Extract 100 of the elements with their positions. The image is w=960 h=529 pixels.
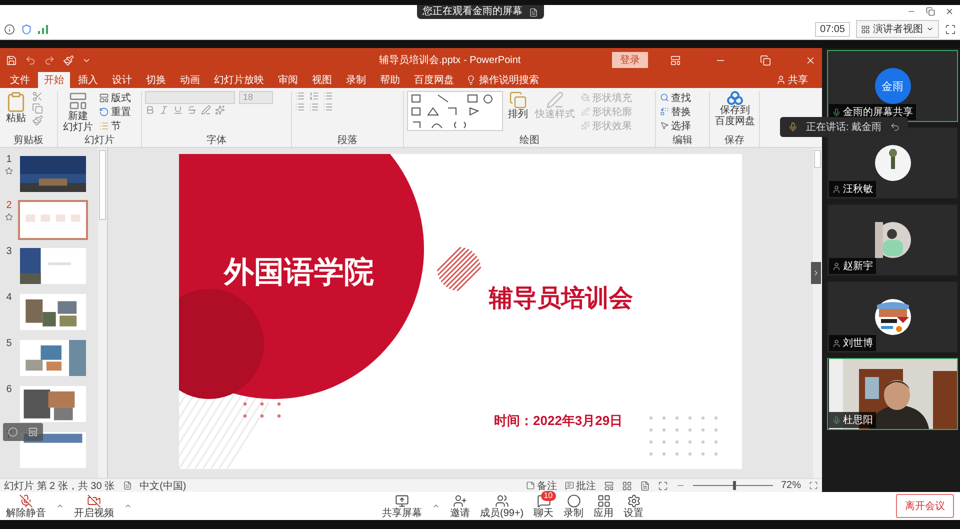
scrollbar[interactable] — [98, 148, 107, 478]
toolbar-button[interactable]: 共享屏幕 — [382, 494, 422, 518]
caret-icon[interactable] — [926, 25, 934, 33]
participant-tile[interactable]: 刘世博 — [827, 281, 958, 353]
strikethrough-icon[interactable] — [187, 105, 197, 115]
save-to-cloud-button[interactable]: 保存到 百度网盘 — [713, 91, 757, 127]
video-off-icon — [87, 494, 101, 508]
format-painter-icon[interactable] — [32, 115, 43, 126]
find-button[interactable]: 查找 — [659, 91, 692, 104]
ribbon-tab[interactable]: 审阅 — [272, 72, 304, 88]
toolbar-button[interactable]: 解除静音 — [6, 494, 46, 518]
reset-icon[interactable] — [99, 106, 109, 116]
ribbon-tab[interactable]: 文件 — [4, 72, 36, 88]
floating-toolbar[interactable] — [3, 423, 43, 441]
paste-button[interactable]: 粘贴 — [3, 91, 29, 124]
search-icon[interactable] — [660, 93, 669, 102]
fit-icon[interactable] — [809, 481, 818, 490]
copy-icon[interactable] — [32, 103, 43, 114]
slide-thumbnail[interactable] — [18, 200, 88, 240]
ribbon-tab[interactable]: 百度网盘 — [408, 72, 460, 88]
toolbar-button[interactable]: 成员(99+) — [480, 494, 524, 518]
participant-tile[interactable]: 赵新宇 — [827, 204, 958, 276]
scrollbar[interactable] — [813, 148, 822, 478]
window-icon[interactable] — [28, 427, 38, 437]
caret-icon[interactable] — [56, 502, 64, 510]
slideshow-icon[interactable] — [658, 480, 668, 490]
ribbon-display-icon[interactable] — [670, 54, 681, 66]
ribbon-tab[interactable]: 录制 — [340, 72, 372, 88]
ribbon-tab[interactable]: 插入 — [72, 72, 104, 88]
slide-thumbnail[interactable] — [18, 338, 88, 378]
notes-icon[interactable] — [526, 481, 535, 490]
toolbar-button[interactable]: 聊天 10 — [534, 494, 554, 518]
search-field[interactable]: 操作说明搜索 — [462, 72, 543, 88]
slide-icon[interactable] — [68, 91, 88, 111]
slide-thumbnail[interactable] — [18, 292, 88, 332]
reset-button[interactable]: 重置 — [98, 105, 132, 118]
ribbon-tab[interactable]: 动画 — [174, 72, 206, 88]
ribbon-tab[interactable]: 开始 — [38, 72, 70, 88]
redo-icon[interactable] — [44, 54, 55, 66]
share-button[interactable]: 共享 — [770, 72, 814, 88]
normal-view-icon[interactable] — [604, 480, 614, 490]
caret-icon[interactable] — [432, 502, 440, 510]
participant-tile[interactable]: 杜思阳 — [827, 358, 958, 430]
notes-button[interactable]: 备注 — [526, 478, 557, 492]
comment-icon[interactable] — [564, 481, 574, 490]
section-button[interactable]: 节 — [98, 119, 132, 132]
bold-icon[interactable] — [145, 105, 155, 115]
ribbon-tab[interactable]: 设计 — [106, 72, 138, 88]
reading-view-icon[interactable] — [640, 480, 650, 490]
toolbar-button[interactable]: 设置 — [624, 494, 644, 518]
fullscreen-icon[interactable] — [945, 24, 956, 34]
grid-icon[interactable] — [861, 24, 870, 34]
restore-icon[interactable] — [926, 7, 935, 16]
italic-icon[interactable] — [159, 105, 169, 115]
select-button[interactable]: 选择 — [659, 119, 692, 132]
pointer-icon[interactable] — [660, 121, 669, 130]
speaker-view-button[interactable]: 演讲者视图 — [856, 20, 939, 38]
ribbon-tab[interactable]: 幻灯片放映 — [208, 72, 270, 88]
clipboard-icon[interactable] — [5, 91, 27, 113]
close-icon[interactable] — [945, 7, 954, 16]
participant-tile[interactable]: 金雨 金雨的屏幕共享 — [827, 50, 958, 122]
ribbon-tab[interactable]: 切换 — [140, 72, 172, 88]
layout-icon[interactable] — [99, 92, 109, 102]
ribbon-tab[interactable]: 帮助 — [374, 72, 406, 88]
brush-icon[interactable] — [63, 54, 74, 66]
highlight-icon[interactable] — [201, 105, 211, 115]
slide-thumbnail[interactable] — [18, 430, 88, 470]
cut-icon[interactable] — [32, 91, 43, 102]
numbering-icon[interactable] — [309, 91, 319, 101]
shield-icon[interactable] — [21, 24, 32, 34]
slide-title: 外国语学院 — [224, 255, 374, 291]
slide-thumbnail[interactable] — [18, 246, 88, 286]
toolbar-button[interactable]: 邀请 — [450, 494, 470, 518]
undo-icon[interactable] — [25, 54, 36, 66]
slide-thumbnail[interactable] — [18, 154, 88, 194]
caret-icon[interactable] — [124, 502, 132, 510]
sorter-view-icon[interactable] — [622, 480, 632, 490]
toolbar-button[interactable]: 录制 — [564, 494, 584, 518]
circle-icon[interactable] — [8, 427, 18, 437]
lightbulb-icon[interactable] — [466, 75, 476, 85]
reply-icon[interactable] — [890, 122, 900, 132]
replace-button[interactable]: 替换 — [659, 105, 692, 118]
arrange-button[interactable]: 排列 — [506, 91, 530, 120]
font-name-field[interactable] — [145, 91, 235, 104]
new-slide-button[interactable]: 新建 幻灯片 — [61, 91, 95, 133]
ribbon-tab[interactable]: 视图 — [306, 72, 338, 88]
leave-meeting-button[interactable]: 离开会议 — [896, 494, 954, 518]
comments-button[interactable]: 批注 — [564, 478, 596, 492]
layout-button[interactable]: 版式 — [98, 91, 132, 104]
slide-subtitle: 辅导员培训会 — [489, 284, 633, 314]
collapse-handle[interactable] — [811, 262, 821, 284]
toolbar-button[interactable]: 开启视频 — [74, 494, 114, 518]
spellcheck-icon[interactable] — [122, 481, 132, 490]
text-effects-icon[interactable] — [215, 105, 225, 115]
underline-icon[interactable] — [173, 105, 183, 115]
info-icon[interactable] — [4, 24, 15, 34]
user-icon[interactable] — [776, 75, 786, 85]
toolbar-button[interactable]: 应用 — [594, 494, 614, 518]
slide-thumbnail[interactable] — [18, 384, 88, 424]
save-icon[interactable] — [6, 54, 17, 66]
